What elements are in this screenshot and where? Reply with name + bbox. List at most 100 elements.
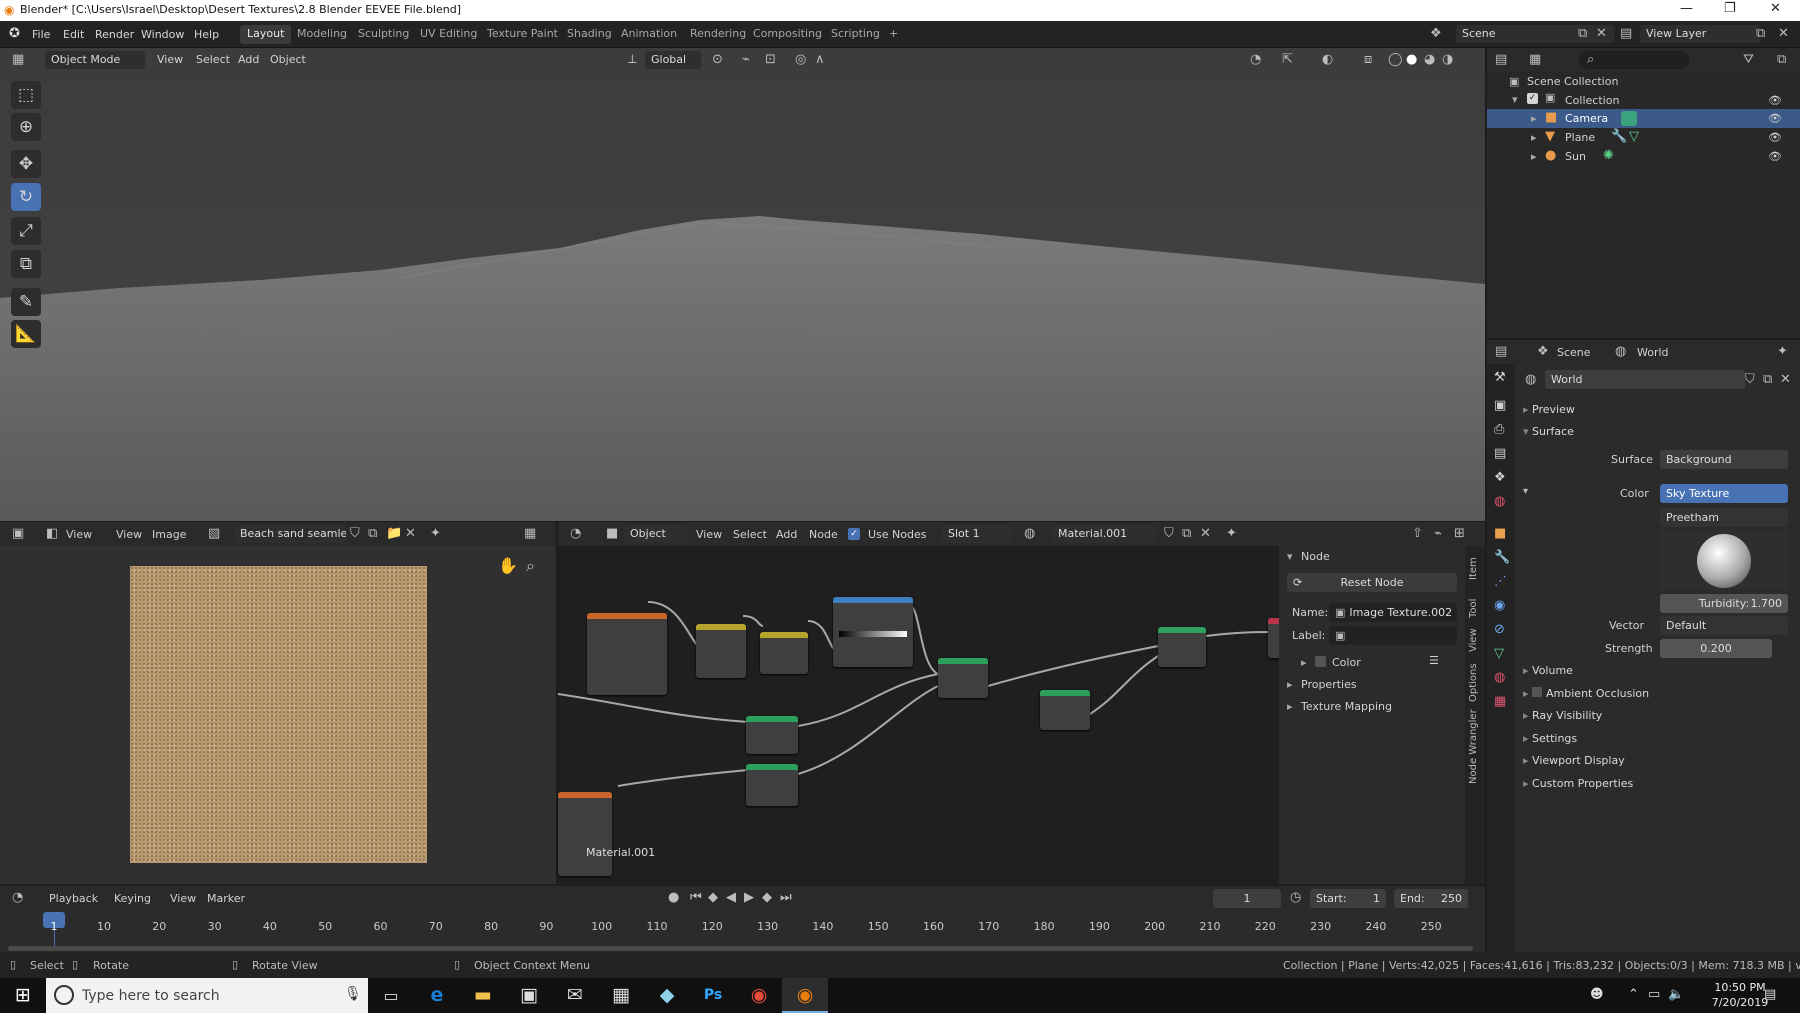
falloff-icon[interactable]: ∧ bbox=[815, 52, 825, 68]
use-nodes-checkbox[interactable]: ✓ bbox=[848, 528, 860, 540]
node-separate[interactable] bbox=[696, 624, 746, 678]
properties-expand-icon[interactable]: ▸ bbox=[1287, 678, 1293, 691]
display-mode-icon[interactable]: ▦ bbox=[1529, 52, 1541, 68]
tray-expand-icon[interactable]: ⌃ bbox=[1628, 987, 1639, 1002]
node-glossy[interactable] bbox=[1040, 690, 1090, 730]
pivot-icon[interactable]: ⊙ bbox=[712, 52, 723, 68]
parent-node-tree-icon[interactable]: ⇧ bbox=[1412, 526, 1423, 542]
node-diffuse-2[interactable] bbox=[746, 764, 798, 806]
node-mapping[interactable] bbox=[587, 613, 667, 695]
delete-view-layer-icon[interactable]: ✕ bbox=[1778, 26, 1789, 42]
tab-layout[interactable]: Layout bbox=[240, 25, 292, 44]
menu-file[interactable]: File bbox=[32, 28, 50, 41]
pin-icon[interactable]: ✦ bbox=[1777, 344, 1788, 360]
play-icon[interactable]: ▶ bbox=[744, 890, 754, 906]
timeline-menu-marker[interactable]: Marker bbox=[207, 892, 245, 905]
node-add-shader[interactable] bbox=[1158, 627, 1206, 667]
image-unlink-icon[interactable]: ✕ bbox=[405, 526, 416, 542]
material-unlink-icon[interactable]: ✕ bbox=[1200, 526, 1211, 542]
snap-target-icon[interactable]: ⊡ bbox=[765, 52, 776, 68]
taskbar-search-box[interactable]: Type here to search 🎙 bbox=[46, 978, 368, 1013]
view-layer-selector[interactable]: View Layer bbox=[1640, 25, 1760, 43]
scene-selector[interactable]: Scene bbox=[1456, 25, 1614, 43]
xray-icon[interactable]: ⧈ bbox=[1364, 52, 1372, 68]
viewport-menu-view[interactable]: View bbox=[157, 53, 183, 66]
timeline-menu-playback[interactable]: Playback bbox=[49, 892, 98, 905]
tab-animation[interactable]: Animation bbox=[614, 25, 684, 44]
image-new-icon[interactable]: ⧉ bbox=[368, 526, 377, 542]
mail-icon[interactable]: ✉ bbox=[552, 978, 598, 1013]
node-snap-icon[interactable]: ⌁ bbox=[1434, 526, 1442, 542]
image-view-mode-dropdown[interactable]: View bbox=[66, 528, 92, 541]
image-menu-view[interactable]: View bbox=[116, 528, 142, 541]
material-name-field[interactable]: Material.001 bbox=[1052, 525, 1156, 543]
viewport-menu-add[interactable]: Add bbox=[238, 53, 259, 66]
action-center-icon[interactable]: ▤ bbox=[1764, 987, 1776, 1002]
node-properties-section[interactable]: Properties bbox=[1301, 678, 1357, 691]
preview-range-icon[interactable]: ◷ bbox=[1290, 890, 1301, 906]
prev-keyframe-icon[interactable]: ◆ bbox=[708, 890, 718, 906]
overlays-icon[interactable]: ◐ bbox=[1322, 52, 1333, 68]
microphone-icon[interactable]: 🎙 bbox=[344, 986, 362, 1002]
jump-end-icon[interactable]: ⏭ bbox=[780, 890, 792, 906]
annotate-tool-icon[interactable]: ✎ bbox=[11, 288, 41, 316]
auto-keying-icon[interactable]: ● bbox=[668, 890, 679, 906]
tool-tab-icon[interactable]: ⚒ bbox=[1494, 370, 1506, 385]
calculator-icon[interactable]: ▦ bbox=[598, 978, 644, 1013]
collection-visibility-icon[interactable]: 👁 bbox=[1768, 94, 1782, 107]
shader-type-dropdown[interactable]: Object bbox=[624, 525, 688, 543]
node-menu-view[interactable]: View bbox=[696, 528, 722, 541]
maximize-icon[interactable]: ❐ bbox=[1724, 1, 1736, 16]
start-frame-field[interactable]: Start: 1 bbox=[1310, 889, 1386, 908]
sidebar-tab-tool[interactable]: Tool bbox=[1468, 599, 1479, 618]
menu-render[interactable]: Render bbox=[95, 28, 134, 41]
blender-menu-icon[interactable]: ✪ bbox=[9, 26, 20, 41]
material-new-icon[interactable]: ⧉ bbox=[1182, 526, 1191, 542]
node-mix-shader[interactable] bbox=[938, 658, 988, 698]
outliner-item-sun[interactable]: Sun bbox=[1565, 150, 1586, 163]
image-name-field[interactable]: Beach sand seamles.. bbox=[234, 525, 346, 543]
collection-expand-icon[interactable]: ▾ bbox=[1512, 93, 1518, 106]
cursor-tool-icon[interactable]: ⊕ bbox=[11, 113, 41, 141]
image-browse-icon[interactable]: ▧ bbox=[208, 526, 220, 542]
node-color-ramp[interactable] bbox=[833, 597, 913, 667]
move-tool-icon[interactable]: ✥ bbox=[11, 150, 41, 178]
scene-tab-icon[interactable]: ❖ bbox=[1494, 470, 1506, 485]
surface-shader-field[interactable]: Background bbox=[1660, 450, 1788, 469]
node-math[interactable] bbox=[760, 632, 808, 674]
node-menu-add[interactable]: Add bbox=[776, 528, 797, 541]
sky-type-dropdown[interactable]: Preetham bbox=[1660, 508, 1788, 527]
image-open-icon[interactable]: 📁 bbox=[386, 526, 402, 542]
material-tab-icon[interactable]: ◍ bbox=[1494, 670, 1505, 685]
solid-shading-icon[interactable]: ● bbox=[1406, 52, 1417, 68]
image-view-mode-icon[interactable]: ◧ bbox=[46, 526, 58, 542]
blender-taskbar-icon[interactable]: ◉ bbox=[782, 978, 828, 1013]
texture-mapping-section[interactable]: Texture Mapping bbox=[1301, 700, 1392, 713]
store-icon[interactable]: ▣ bbox=[506, 978, 552, 1013]
strength-field[interactable]: 0.200 bbox=[1660, 639, 1772, 658]
add-workspace-button[interactable]: + bbox=[882, 25, 905, 44]
end-frame-field[interactable]: End: 250 bbox=[1394, 889, 1468, 908]
object-tab-icon[interactable]: ■ bbox=[1494, 526, 1506, 541]
timeline-menu-keying[interactable]: Keying bbox=[114, 892, 151, 905]
sun-expand-icon[interactable]: ▸ bbox=[1531, 150, 1537, 163]
outliner-editor-icon[interactable]: ▤ bbox=[1495, 52, 1507, 68]
next-keyframe-icon[interactable]: ◆ bbox=[762, 890, 772, 906]
slot-dropdown[interactable]: Slot 1 bbox=[942, 525, 1012, 543]
filter-icon[interactable]: ⛛ bbox=[1743, 52, 1754, 68]
new-view-layer-icon[interactable]: ⧉ bbox=[1756, 26, 1765, 42]
sidebar-tab-node-wrangler[interactable]: Node Wrangler bbox=[1468, 709, 1479, 784]
timeline-menu-view[interactable]: View bbox=[170, 892, 196, 905]
rotate-tool-icon[interactable]: ↻ bbox=[11, 183, 41, 211]
tab-compositing[interactable]: Compositing bbox=[746, 25, 829, 44]
current-frame-field[interactable]: 1 bbox=[1213, 889, 1281, 908]
edge-browser-icon[interactable]: e bbox=[414, 978, 460, 1013]
orientation-dropdown[interactable]: Global bbox=[645, 51, 701, 69]
collection-label[interactable]: Collection bbox=[1565, 94, 1619, 107]
menu-window[interactable]: Window bbox=[141, 28, 184, 41]
image-editor-type-icon[interactable]: ▣ bbox=[12, 526, 24, 542]
delete-scene-icon[interactable]: ✕ bbox=[1596, 26, 1607, 42]
scene-collection-label[interactable]: Scene Collection bbox=[1527, 75, 1618, 88]
3d-viewport[interactable] bbox=[0, 48, 1485, 521]
world-tab-icon[interactable]: ◍ bbox=[1494, 494, 1505, 509]
